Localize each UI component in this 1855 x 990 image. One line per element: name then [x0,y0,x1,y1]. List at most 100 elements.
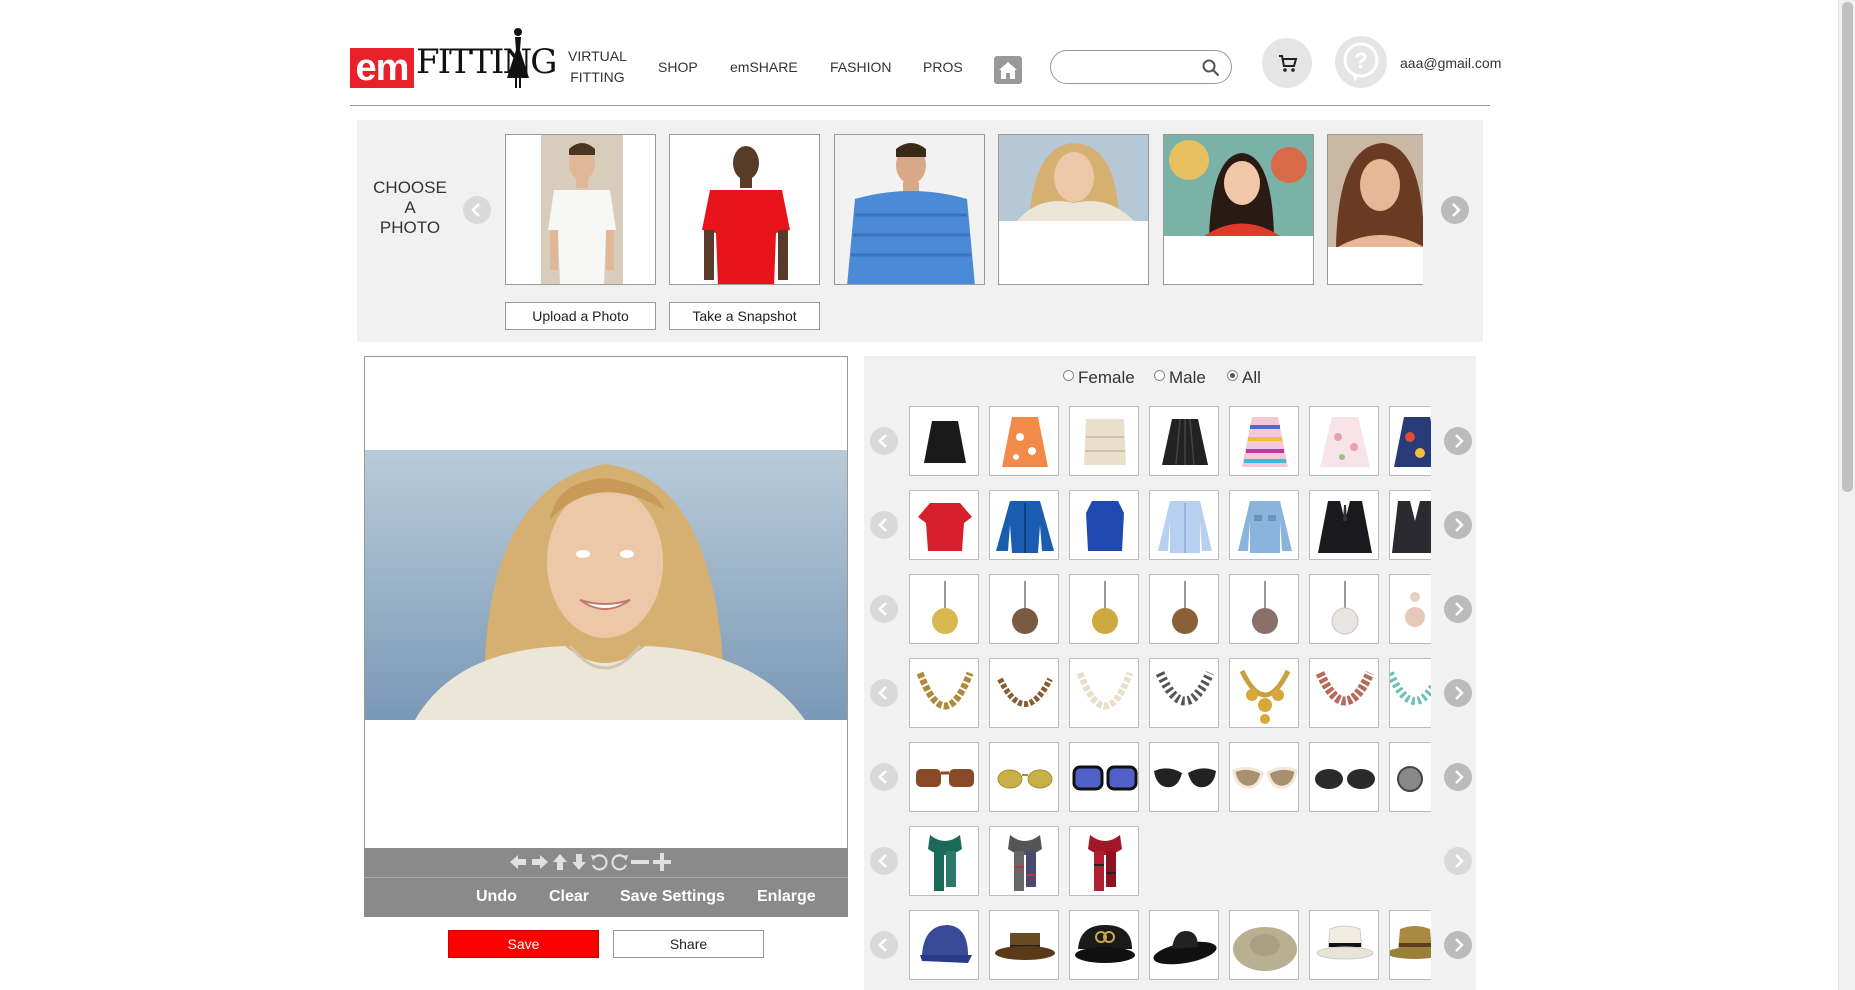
photo-model-blue-shirt[interactable] [834,134,985,285]
catalog-item[interactable] [1309,742,1379,812]
catalog-item[interactable] [1389,574,1431,644]
clear-button[interactable]: Clear [549,888,589,906]
enlarge-button[interactable]: Enlarge [757,888,816,906]
catalog-item[interactable] [909,574,979,644]
catalog-item[interactable] [1389,658,1431,728]
catalog-item[interactable] [1069,826,1139,896]
catalog-item[interactable] [1309,658,1379,728]
row-prev-arrow[interactable] [870,679,898,707]
catalog-item[interactable] [1069,490,1139,560]
catalog-item[interactable] [909,910,979,980]
catalog-item[interactable] [1229,490,1299,560]
catalog-item[interactable] [1309,574,1379,644]
catalog-item[interactable] [1309,910,1379,980]
filter-male[interactable]: Male [1154,368,1206,388]
catalog-item[interactable] [1389,406,1431,476]
row-next-arrow[interactable] [1444,931,1472,959]
photo-model-asian-woman[interactable] [1163,134,1314,285]
nav-emshare[interactable]: emSHARE [730,57,798,78]
catalog-item[interactable] [989,826,1059,896]
photo-prev-arrow[interactable] [463,196,491,224]
catalog-item[interactable] [1149,574,1219,644]
catalog-item[interactable] [1149,910,1219,980]
nav-pros[interactable]: PROS [923,57,963,78]
search-icon[interactable] [1201,58,1221,78]
save-settings-button[interactable]: Save Settings [620,888,725,906]
catalog-item[interactable] [1069,574,1139,644]
photo-model-white-tee[interactable] [505,134,656,285]
shrink-icon[interactable] [630,852,650,872]
catalog-item[interactable] [1309,406,1379,476]
catalog-item[interactable] [989,742,1059,812]
catalog-item[interactable] [1229,658,1299,728]
catalog-item[interactable] [1149,742,1219,812]
rotate-left-icon[interactable] [589,852,609,872]
page-scrollbar[interactable] [1838,0,1855,990]
filter-all[interactable]: All [1227,368,1261,388]
row-prev-arrow[interactable] [870,763,898,791]
catalog-item[interactable] [909,406,979,476]
user-avatar[interactable]: ? [1335,36,1387,88]
photo-model-brunette-woman[interactable] [1327,134,1423,285]
catalog-item[interactable] [989,490,1059,560]
all-radio[interactable] [1227,370,1238,381]
undo-button[interactable]: Undo [476,888,517,906]
photo-model-blonde-woman[interactable] [998,134,1149,285]
row-prev-arrow[interactable] [870,931,898,959]
catalog-item[interactable] [909,490,979,560]
move-up-icon[interactable] [550,852,570,872]
home-button[interactable] [994,56,1022,84]
user-email[interactable]: aaa@gmail.com [1400,55,1501,71]
catalog-item[interactable] [1229,406,1299,476]
move-left-icon[interactable] [508,852,528,872]
catalog-item[interactable] [989,910,1059,980]
female-radio[interactable] [1063,370,1074,381]
move-down-icon[interactable] [569,852,589,872]
row-next-arrow[interactable] [1444,847,1472,875]
catalog-item[interactable] [1389,490,1431,560]
nav-fashion[interactable]: FASHION [830,57,891,78]
rotate-right-icon[interactable] [610,852,630,872]
catalog-item[interactable] [989,658,1059,728]
enlarge-icon[interactable] [652,852,672,872]
catalog-item[interactable] [1149,490,1219,560]
fitting-canvas[interactable] [364,356,848,917]
move-right-icon[interactable] [530,852,550,872]
row-next-arrow[interactable] [1444,679,1472,707]
row-prev-arrow[interactable] [870,595,898,623]
catalog-item[interactable] [1069,658,1139,728]
cart-button[interactable] [1262,38,1312,88]
upload-photo-button[interactable]: Upload a Photo [505,302,656,330]
catalog-item[interactable] [909,742,979,812]
row-prev-arrow[interactable] [870,511,898,539]
male-radio[interactable] [1154,370,1165,381]
catalog-item[interactable] [1389,742,1431,812]
catalog-item[interactable] [1229,742,1299,812]
row-prev-arrow[interactable] [870,427,898,455]
catalog-item[interactable] [1309,490,1379,560]
catalog-item[interactable] [1069,742,1139,812]
catalog-item[interactable] [1229,910,1299,980]
share-button[interactable]: Share [613,930,764,958]
catalog-item[interactable] [989,574,1059,644]
row-next-arrow[interactable] [1444,427,1472,455]
catalog-item[interactable] [1069,406,1139,476]
photo-next-arrow[interactable] [1441,196,1469,224]
row-prev-arrow[interactable] [870,847,898,875]
take-snapshot-button[interactable]: Take a Snapshot [669,302,820,330]
filter-female[interactable]: Female [1063,368,1135,388]
row-next-arrow[interactable] [1444,511,1472,539]
row-next-arrow[interactable] [1444,595,1472,623]
catalog-item[interactable] [989,406,1059,476]
catalog-item[interactable] [1069,910,1139,980]
catalog-item[interactable] [1229,574,1299,644]
catalog-item[interactable] [909,826,979,896]
save-button[interactable]: Save [448,930,599,958]
row-next-arrow[interactable] [1444,763,1472,791]
nav-shop[interactable]: SHOP [658,57,698,78]
catalog-item[interactable] [1149,406,1219,476]
catalog-item[interactable] [1389,910,1431,980]
brand-logo[interactable]: em FITTING [350,26,557,90]
catalog-item[interactable] [909,658,979,728]
nav-virtual-fitting[interactable]: VIRTUAL FITTING [568,46,627,88]
